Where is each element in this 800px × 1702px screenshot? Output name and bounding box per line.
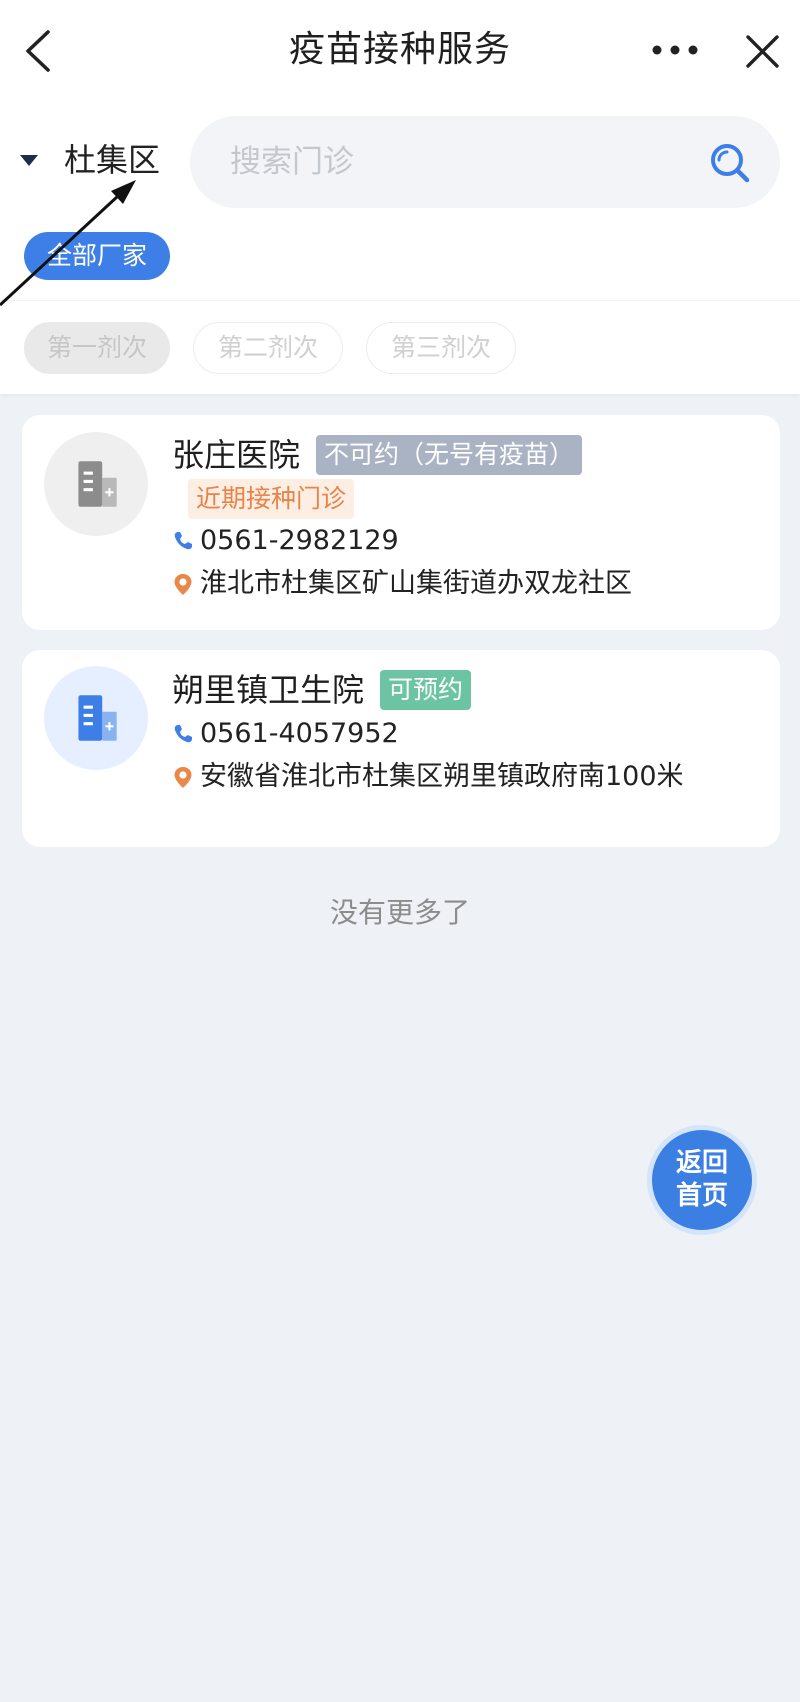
clinic-avatar	[44, 432, 148, 536]
tab-third-dose[interactable]: 第三剂次	[366, 322, 516, 374]
clinic-card[interactable]: 朔里镇卫生院 可预约 0561-4057952 安徽省淮北市杜集区朔里镇政府南1…	[22, 650, 780, 847]
tab-first-dose[interactable]: 第一剂次	[24, 322, 170, 374]
status-badge: 可预约	[380, 670, 472, 710]
more-dots-icon	[652, 45, 698, 55]
home-button-line2: 首页	[675, 1181, 728, 1211]
address-text: 安徽省淮北市杜集区朔里镇政府南100米	[200, 761, 684, 792]
address-text: 淮北市杜集区矿山集街道办双龙社区	[200, 568, 632, 599]
caret-down-icon	[20, 155, 38, 166]
clinic-phone[interactable]: 0561-2982129	[172, 519, 762, 562]
divider	[0, 300, 800, 301]
recent-clinic-badge: 近期接种门诊	[188, 479, 355, 519]
manufacturer-filter-chip[interactable]: 全部厂家	[24, 232, 170, 280]
clinic-address: 安徽省淮北市杜集区朔里镇政府南100米	[172, 755, 762, 798]
clinic-phone[interactable]: 0561-4057952	[172, 712, 762, 755]
phone-number: 0561-4057952	[200, 718, 399, 749]
clinic-info: 张庄医院 不可约（无号有疫苗） 近期接种门诊 0561-2982129 淮北市杜…	[172, 433, 762, 605]
list-end-text: 没有更多了	[329, 896, 470, 929]
phone-icon	[174, 531, 192, 549]
search-input[interactable]	[230, 116, 690, 208]
district-label: 杜集区	[64, 141, 161, 179]
district-dropdown[interactable]: 杜集区	[18, 134, 160, 186]
phone-icon	[174, 724, 192, 742]
clinic-name: 张庄医院	[172, 436, 301, 474]
hospital-building-icon	[78, 695, 117, 741]
phone-number: 0561-2982129	[200, 525, 399, 556]
clinic-title-row: 张庄医院 不可约（无号有疫苗） 近期接种门诊	[172, 433, 762, 519]
search-icon[interactable]	[708, 141, 752, 185]
clinic-title-row: 朔里镇卫生院 可预约	[172, 668, 762, 712]
clinic-avatar	[44, 666, 148, 770]
header: 疫苗接种服务 杜集区 全部厂家 第一剂次 第二剂次	[0, 0, 800, 394]
status-badge: 不可约（无号有疫苗）	[316, 435, 583, 475]
location-pin-icon	[174, 573, 192, 595]
close-button[interactable]	[742, 32, 782, 72]
clinic-info: 朔里镇卫生院 可预约 0561-4057952 安徽省淮北市杜集区朔里镇政府南1…	[172, 668, 762, 798]
close-icon	[746, 35, 779, 68]
hospital-building-icon	[78, 461, 117, 507]
clinic-address: 淮北市杜集区矿山集街道办双龙社区	[172, 562, 762, 605]
more-button[interactable]	[648, 36, 704, 64]
clinic-card[interactable]: 张庄医院 不可约（无号有疫苗） 近期接种门诊 0561-2982129 淮北市杜…	[22, 415, 780, 630]
search-bar[interactable]	[190, 116, 780, 208]
location-pin-icon	[174, 766, 192, 788]
home-button-line1: 返回	[675, 1148, 728, 1178]
clinic-name: 朔里镇卫生院	[172, 671, 365, 709]
tab-second-dose[interactable]: 第二剂次	[193, 322, 343, 374]
back-to-home-button[interactable]: 返回 首页	[652, 1130, 752, 1230]
